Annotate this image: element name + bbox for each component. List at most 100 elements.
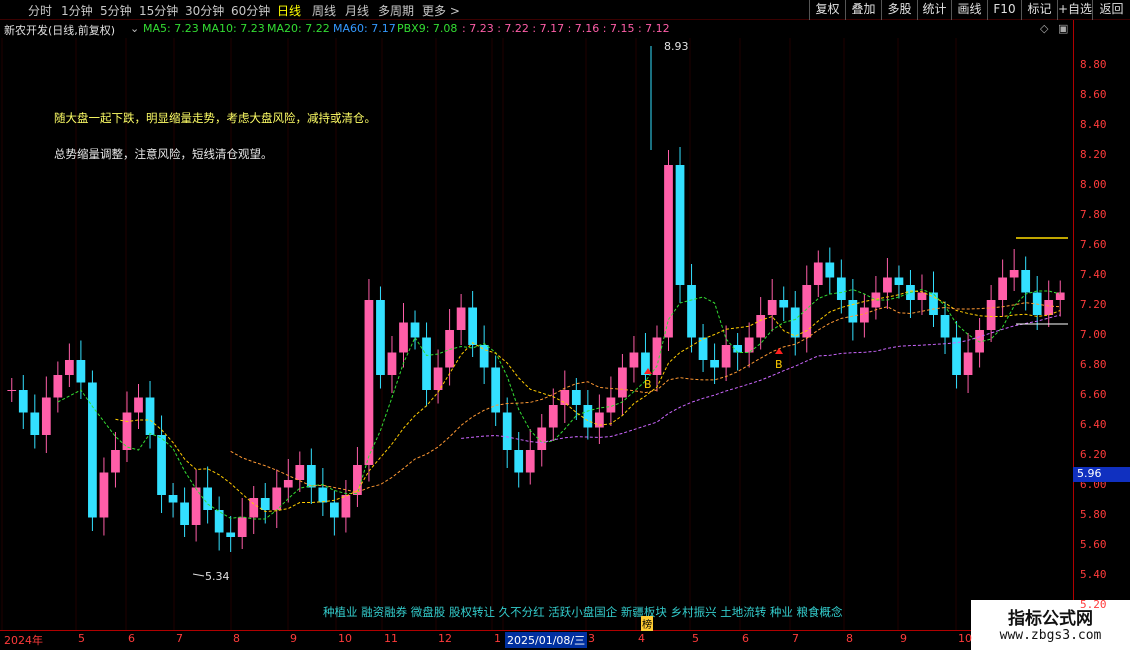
period-tab-5[interactable]: 60分钟 [231, 2, 270, 19]
candle-body [226, 532, 236, 537]
period-tab-3[interactable]: 15分钟 [139, 2, 178, 19]
candle-body [491, 367, 501, 413]
candlestick-chart[interactable]: 8.93 5.34 B B [0, 38, 1073, 630]
candle-body [687, 285, 696, 338]
candle-body [836, 277, 846, 300]
toolbar-button-5[interactable]: F10 [987, 0, 1021, 20]
price-tick: 7.40 [1080, 268, 1107, 281]
indicator-info-bar: 新农开发(日线,前复权) ⌄ MA5: 7.23 MA10: 7.23 MA20… [0, 20, 1130, 38]
time-tick: 8 [233, 632, 240, 645]
candle-body [456, 307, 466, 330]
candle-body [813, 262, 823, 285]
price-tick: 8.60 [1080, 88, 1107, 101]
candle-body [237, 517, 247, 537]
toolbar-button-6[interactable]: 标记 [1021, 0, 1057, 20]
toolbar-button-3[interactable]: 统计 [917, 0, 951, 20]
candle-body [249, 498, 259, 518]
period-toolbar: 分时 1分钟 5分钟 15分钟 30分钟 60分钟 日线 周线 月线 多周期 更多 > 复权 叠加 多股统… [0, 0, 1130, 20]
price-tick: 6.40 [1080, 418, 1107, 431]
candle-body [422, 337, 431, 390]
analysis-note-2: 总势缩量调整，注意风险，短线清仓观望。 [54, 147, 273, 161]
candle-body [848, 300, 858, 323]
ma10-value: MA10: 7.23 [202, 22, 265, 35]
candle-body [468, 307, 478, 345]
time-tick: 5 [78, 632, 85, 645]
time-tick: 7 [792, 632, 799, 645]
time-tick: 1 [494, 632, 501, 645]
toolbar-button-1[interactable]: 叠加 [845, 0, 881, 20]
current-price-tag: 5.96 [1073, 467, 1130, 482]
time-tick: 10 [958, 632, 972, 645]
period-tab-4[interactable]: 30分钟 [185, 2, 224, 19]
time-tick: 2025/01/08/三 [505, 632, 588, 648]
low-label: 5.34 [205, 570, 230, 583]
candle-body [99, 472, 109, 518]
candle-body [30, 412, 40, 435]
candle-body [41, 397, 51, 435]
candle-body [514, 450, 524, 473]
price-tick: 8.00 [1080, 178, 1107, 191]
time-tick: 9 [900, 632, 907, 645]
time-tick: 3 [588, 632, 595, 645]
price-tick: 6.20 [1080, 448, 1107, 461]
dropdown-icon[interactable]: ⌄ [130, 22, 139, 35]
toolbar-button-4[interactable]: 画线 [951, 0, 987, 20]
candle-body [525, 450, 535, 473]
candle-body [76, 360, 86, 383]
watermark-url: www.zbgs3.com [999, 628, 1102, 643]
time-tick: 2024年 [4, 634, 43, 647]
price-tick: 5.80 [1080, 508, 1107, 521]
candle-body [203, 487, 213, 510]
candle-body [260, 498, 270, 510]
pbx9-value: PBX9: 7.08 [397, 22, 458, 35]
candle-body [7, 390, 17, 391]
low-pointer [192, 573, 205, 577]
candle-body [364, 300, 374, 465]
toolbar-button-7[interactable]: +自选 [1057, 0, 1092, 20]
price-tick: 7.80 [1080, 208, 1107, 221]
candle-body [64, 360, 74, 375]
stock-title[interactable]: 新农开发(日线,前复权) [4, 22, 115, 38]
toolbar-button-0[interactable]: 复权 [809, 0, 845, 20]
candle-body [756, 315, 766, 338]
candle-body [825, 262, 835, 278]
time-tick: 11 [384, 632, 398, 645]
time-tick: 9 [290, 632, 297, 645]
candle-body [894, 277, 904, 285]
candle-body [710, 360, 719, 368]
price-tick: 5.40 [1080, 568, 1107, 581]
period-tab-6[interactable]: 日线 [277, 2, 301, 19]
ma60-value: MA60: 7.17 [333, 22, 396, 35]
candle-body [445, 330, 454, 368]
candle-body [606, 397, 616, 413]
period-tab-9[interactable]: 多周期 [378, 2, 414, 19]
candle-body [53, 375, 63, 398]
price-tick: 6.80 [1080, 358, 1107, 371]
candle-body [180, 502, 189, 525]
period-tab-2[interactable]: 5分钟 [100, 2, 132, 19]
diamond-icon[interactable]: ◇ [1040, 22, 1048, 35]
candle-body [1044, 300, 1054, 315]
ma20-value: MA20: 7.22 [267, 22, 330, 35]
candle-body [767, 300, 777, 315]
candle-body [537, 427, 547, 450]
period-tab-1[interactable]: 1分钟 [61, 2, 93, 19]
time-tick: 4 [638, 632, 645, 645]
period-tab-10[interactable]: 更多 > [422, 2, 460, 19]
candle-body [802, 285, 812, 338]
toolbar-button-2[interactable]: 多股 [881, 0, 917, 20]
period-tab-8[interactable]: 月线 [345, 2, 369, 19]
candle-body [502, 412, 512, 450]
price-tick: 6.60 [1080, 388, 1107, 401]
candle-body [145, 397, 155, 435]
period-tab-7[interactable]: 周线 [312, 2, 336, 19]
candle-body [376, 300, 385, 375]
candle-body [134, 397, 143, 413]
toolbar-button-8[interactable]: 返回 [1092, 0, 1130, 20]
concept-tags[interactable]: 种植业 融资融券 微盘股 股权转让 久不分红 活跃小盘国企 新疆板块 乡村振兴 … [323, 604, 843, 620]
period-tab-0[interactable]: 分时 [28, 2, 52, 19]
settings-icon[interactable]: ▣ [1058, 22, 1068, 35]
time-tick: 7 [176, 632, 183, 645]
rank-badge[interactable]: 榜 [641, 616, 653, 631]
price-tick: 5.20 [1080, 598, 1107, 611]
